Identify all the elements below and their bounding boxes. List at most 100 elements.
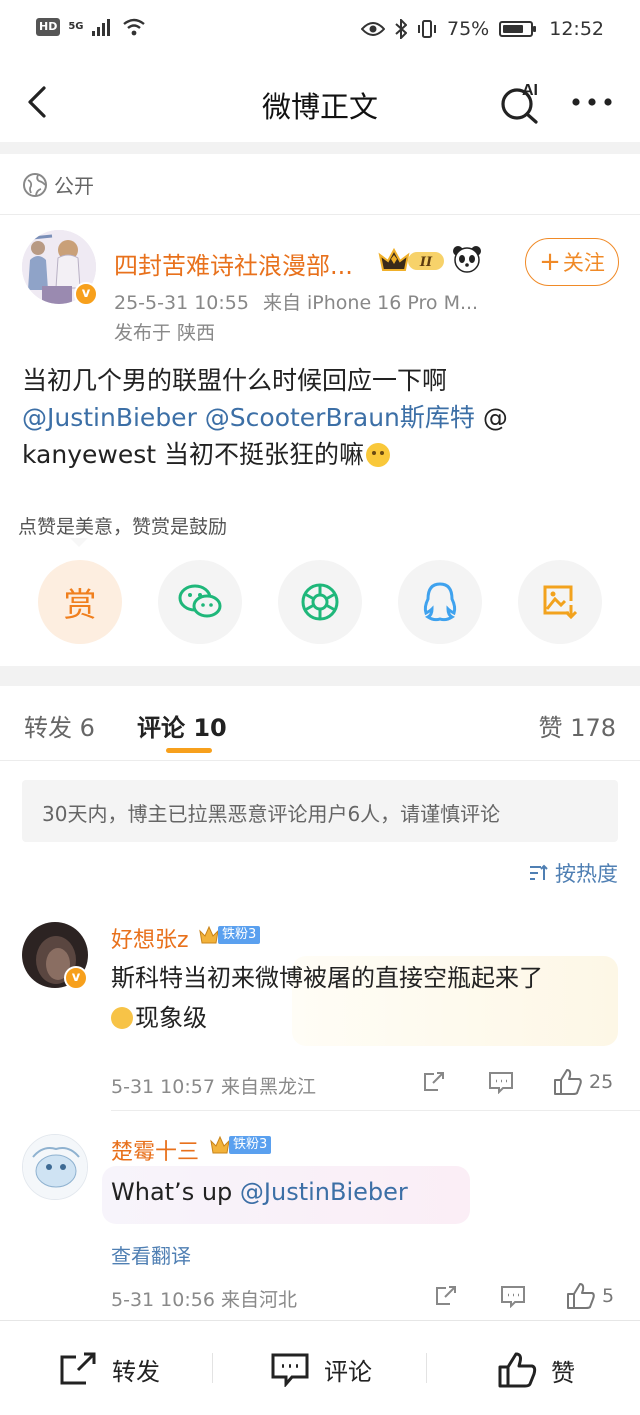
hd-indicator: HD xyxy=(36,18,61,36)
share-comment-icon[interactable] xyxy=(422,1070,446,1094)
commenter-name[interactable]: 楚霉十三 xyxy=(111,1134,199,1166)
nav-bar: 微博正文 AI xyxy=(0,62,640,142)
commenter-name[interactable]: 好想张z xyxy=(111,922,189,954)
vip-badge-icon: II xyxy=(378,247,444,271)
eye-icon xyxy=(361,22,385,36)
follow-button[interactable]: + 关注 xyxy=(525,238,619,286)
bottom-action-bar: 转发 评论 赞 xyxy=(0,1320,640,1415)
tab-repost-label: 转发 xyxy=(24,714,72,742)
reply-comment-icon[interactable] xyxy=(488,1070,514,1094)
translate-link[interactable]: 查看翻译 xyxy=(111,1240,191,1269)
section-gap xyxy=(0,666,640,686)
comment-icon xyxy=(271,1353,309,1387)
thumbs-up-icon xyxy=(498,1352,537,1388)
save-image-button[interactable] xyxy=(518,560,602,644)
reward-icon: 赏 xyxy=(63,585,97,624)
comment-label: 评论 xyxy=(324,1357,372,1386)
repost-button[interactable]: 转发 xyxy=(58,1351,160,1387)
sort-icon xyxy=(530,864,548,880)
reward-tip: 点赞是美意，赞赏是鼓励 xyxy=(18,516,228,538)
reward-button[interactable]: 赏 xyxy=(38,560,122,644)
mention-link[interactable]: @ScooterBraun斯库特 xyxy=(205,403,475,432)
author-name[interactable]: 四封苦难诗社浪漫部... xyxy=(114,246,353,281)
vip-level: II xyxy=(419,255,433,270)
tab-like-count: 178 xyxy=(570,714,616,742)
comment-source: 来自河北 xyxy=(220,1289,297,1311)
tab-comment-label: 评论 xyxy=(137,714,185,742)
wechat-icon xyxy=(178,584,222,618)
wifi-icon xyxy=(122,18,145,36)
comment-like-count: 5 xyxy=(602,1285,615,1307)
comment-like-button[interactable]: 5 xyxy=(566,1282,614,1310)
tab-comment-count: 10 xyxy=(193,714,227,742)
fan-badge-label: 铁粉3 xyxy=(218,926,261,944)
crown-icon xyxy=(210,1135,230,1154)
visibility-label: 公开 xyxy=(54,174,94,198)
tab-comment[interactable]: 评论 10 xyxy=(137,708,227,743)
post-meta: 25-5-31 10:55 来自 iPhone 16 Pro M... xyxy=(114,288,478,315)
comment-text: 斯科特当初来微博被屠的直接空瓶起来了 现象级 xyxy=(111,958,611,1038)
section-gap xyxy=(0,142,640,154)
author-avatar[interactable]: v xyxy=(22,230,98,306)
verified-icon: v xyxy=(74,282,98,306)
comment-text-line2: 现象级 xyxy=(135,1004,207,1032)
sort-button[interactable]: 按热度 xyxy=(529,858,618,888)
comment-like-count: 25 xyxy=(589,1071,614,1093)
tab-like[interactable]: 赞 178 xyxy=(539,708,616,743)
crown-icon xyxy=(199,925,219,944)
vibrate-icon xyxy=(418,20,436,38)
comment-like-button[interactable]: 25 xyxy=(553,1068,613,1096)
share-wechat-button[interactable] xyxy=(158,560,242,644)
comment-source: 来自黑龙江 xyxy=(220,1076,316,1098)
sort-label: 按热度 xyxy=(555,862,618,886)
post-text-line1: 当初几个男的联盟什么时候回应一下啊 xyxy=(22,366,448,395)
commenter-avatar[interactable] xyxy=(22,1134,88,1200)
divider xyxy=(0,214,640,215)
more-icon[interactable] xyxy=(568,84,616,120)
divider xyxy=(0,760,640,761)
comment-text: What’s up @JustinBieber xyxy=(111,1172,408,1212)
fan-badge: 铁粉3 xyxy=(198,924,261,946)
battery-percent: 75% xyxy=(447,18,490,40)
tab-repost[interactable]: 转发 6 xyxy=(24,708,95,743)
fan-badge: 铁粉3 xyxy=(209,1134,272,1156)
tab-like-label: 赞 xyxy=(538,714,563,742)
divider xyxy=(111,1110,640,1111)
doge-emoji-icon xyxy=(111,1007,133,1029)
comment-notice: 30天内，博主已拉黑恶意评论用户6人，请谨慎评论 xyxy=(22,780,618,842)
like-button[interactable]: 赞 xyxy=(497,1351,575,1389)
share-qq-button[interactable] xyxy=(398,560,482,644)
reply-comment-icon[interactable] xyxy=(500,1284,526,1308)
post-date: 25-5-31 10:55 xyxy=(114,292,249,314)
comment-text-plain: What’s up xyxy=(111,1178,240,1206)
clock: 12:52 xyxy=(549,18,604,40)
share-row: 赏 xyxy=(38,560,608,644)
tab-repost-count: 6 xyxy=(79,714,95,742)
mention-link[interactable]: @ xyxy=(483,403,508,432)
globe-icon xyxy=(23,172,47,197)
post-text-tail: 当初不挺张狂的嘛 xyxy=(164,440,365,469)
mention-link[interactable]: kanyewest xyxy=(22,440,156,469)
battery-icon xyxy=(499,21,537,37)
post-text: 当初几个男的联盟什么时候回应一下啊 @JustinBieber @Scooter… xyxy=(22,362,622,473)
share-moments-button[interactable] xyxy=(278,560,362,644)
share-comment-icon[interactable] xyxy=(434,1284,458,1308)
mention-link[interactable]: @JustinBieber xyxy=(22,403,197,432)
qq-icon xyxy=(423,582,457,622)
comment-text-line1: 斯科特当初来微博被屠的直接空瓶起来了 xyxy=(111,964,543,992)
comment-button[interactable]: 评论 xyxy=(270,1351,372,1387)
panda-icon xyxy=(453,246,481,273)
repost-label: 转发 xyxy=(112,1357,160,1386)
interaction-tabs: 转发 6 评论 10 赞 178 xyxy=(0,686,640,760)
comment-date: 5-31 10:57 xyxy=(111,1076,215,1098)
post-source: 来自 iPhone 16 Pro M... xyxy=(262,292,479,314)
mention-link[interactable]: @JustinBieber xyxy=(240,1178,408,1206)
save-image-icon xyxy=(543,585,578,620)
like-label: 赞 xyxy=(551,1358,575,1387)
ai-search-icon[interactable]: AI xyxy=(498,78,546,126)
comment-meta: 5-31 10:57 来自黑龙江 xyxy=(111,1072,316,1099)
bluetooth-icon xyxy=(395,19,407,39)
network-type: 5G xyxy=(68,21,84,32)
repost-icon xyxy=(60,1352,96,1385)
plus-icon: + xyxy=(539,247,561,277)
